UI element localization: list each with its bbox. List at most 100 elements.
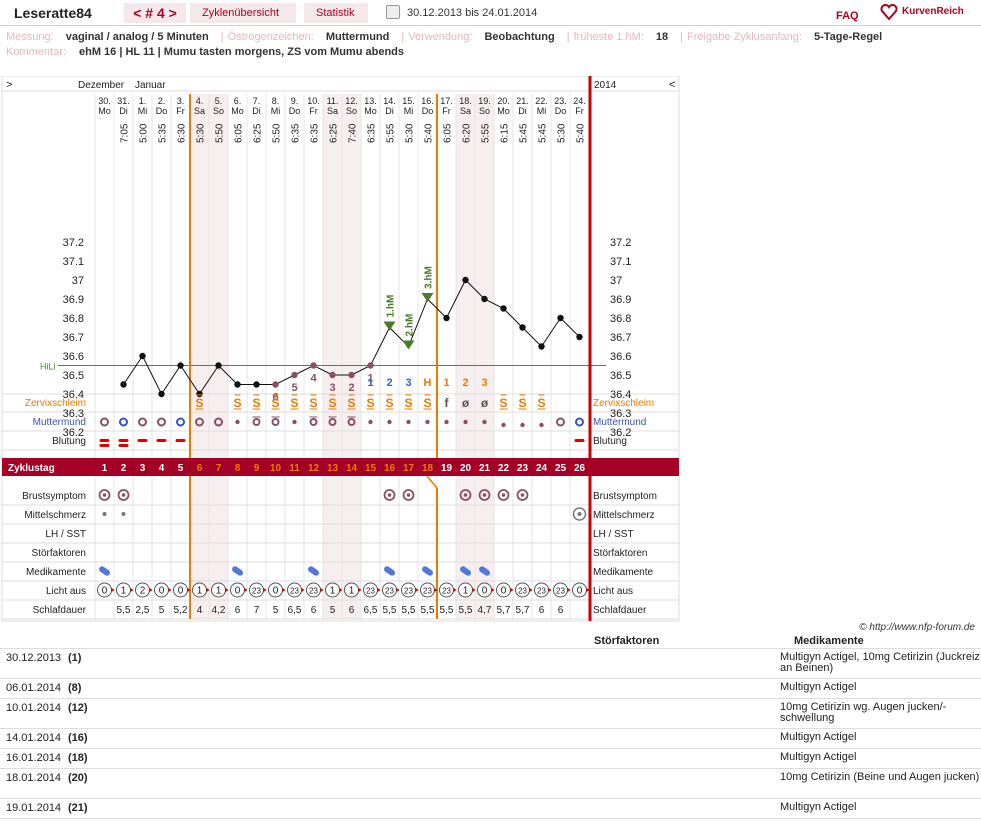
temperature-point bbox=[443, 314, 450, 322]
cycle-day-number: 4 bbox=[159, 463, 165, 474]
sleep-duration: 5,7 bbox=[516, 605, 530, 616]
cycle-day-number: 10 bbox=[270, 463, 282, 474]
time-label: 6:25 bbox=[253, 123, 264, 143]
note-date: 19.01.2014 bbox=[6, 802, 62, 814]
weekday-label: Mi bbox=[404, 106, 414, 116]
notes-row: 06.01.2014 (8) Multigyn Actigel bbox=[0, 678, 981, 698]
light-off-hour: 23 bbox=[366, 587, 375, 596]
cycle-day-number: 21 bbox=[479, 463, 491, 474]
date-label: 16. bbox=[421, 96, 434, 106]
note-date: 14.01.2014 bbox=[6, 732, 62, 744]
temperature-point bbox=[557, 314, 564, 322]
row-label-sleep-right: Schlafdauer bbox=[593, 605, 647, 616]
notes-row: 18.01.2014 (20) 10mg Cetirizin (Beine und … bbox=[0, 768, 981, 798]
date-label: 24. bbox=[573, 96, 586, 106]
mucus-symbol: S bbox=[309, 396, 317, 410]
y-tick-left: 37 bbox=[72, 275, 84, 287]
mucus-symbol: ø bbox=[481, 396, 489, 410]
time-label: 5:50 bbox=[272, 123, 283, 143]
brand-logo[interactable]: KurvenReich bbox=[880, 3, 964, 21]
row-label-mumu-right: Muttermund bbox=[593, 417, 646, 428]
cycle-day-number: 14 bbox=[346, 463, 358, 474]
mittelschmerz-dot bbox=[102, 512, 107, 516]
light-off-hour: 0 bbox=[159, 586, 165, 597]
breast-symptom-dot bbox=[463, 493, 468, 497]
faq-link[interactable]: FAQ bbox=[836, 6, 859, 26]
low-label: 2 bbox=[348, 382, 354, 394]
y-tick-right: 36.5 bbox=[610, 370, 631, 382]
mucus-symbol: S bbox=[404, 396, 412, 410]
time-label: 6:35 bbox=[367, 123, 378, 143]
light-off-hour: 23 bbox=[252, 587, 261, 596]
light-off-hour: 1 bbox=[197, 586, 203, 597]
date-label: 13. bbox=[364, 96, 377, 106]
weekday-label: Do bbox=[289, 106, 301, 116]
time-label: 5:40 bbox=[576, 123, 587, 143]
cycle-day-number: 6 bbox=[197, 463, 203, 474]
weekday-label: Sa bbox=[460, 106, 471, 116]
note-medication: 10mg Cetirizin (Beine und Augen jucken) bbox=[780, 771, 980, 783]
y-tick-left: 36.7 bbox=[63, 332, 84, 344]
time-label: 7:05 bbox=[120, 123, 131, 143]
tab-cycle-overview[interactable]: Zyklenübersicht bbox=[190, 3, 296, 23]
note-cycle-day: (12) bbox=[68, 702, 88, 714]
cycle-day-number: 2 bbox=[121, 463, 127, 474]
date-label: 12. bbox=[345, 96, 358, 106]
print-icon[interactable] bbox=[386, 5, 400, 19]
weekday-label: So bbox=[213, 106, 224, 116]
sleep-duration: 5,7 bbox=[497, 605, 511, 616]
cervix-closed-icon bbox=[501, 422, 506, 428]
sleep-duration: 5,5 bbox=[440, 605, 454, 616]
time-label: 6:05 bbox=[234, 123, 245, 143]
info-label: Freigabe Zyklusanfang: bbox=[687, 31, 802, 43]
mucus-symbol: S bbox=[233, 396, 241, 410]
time-label: 6:15 bbox=[500, 123, 511, 143]
sleep-duration: 5,5 bbox=[459, 605, 473, 616]
info-label: Östrogenzeichen: bbox=[227, 31, 314, 43]
hm-label: 2.hM bbox=[405, 314, 416, 337]
notes-header-medi: Medikamente bbox=[794, 635, 864, 647]
low-label: 5 bbox=[291, 382, 297, 394]
note-cycle-day: (1) bbox=[68, 652, 82, 664]
temperature-point bbox=[329, 371, 336, 379]
temperature-point bbox=[291, 371, 298, 379]
temperature-point bbox=[120, 381, 127, 388]
time-label: 5:35 bbox=[158, 123, 169, 143]
temperature-point bbox=[310, 362, 317, 369]
time-label: 5:45 bbox=[538, 123, 549, 143]
info-separator: | bbox=[680, 31, 684, 43]
date-label: 21. bbox=[516, 96, 529, 106]
sleep-duration: 7 bbox=[254, 605, 260, 616]
sleep-duration: 2,5 bbox=[136, 605, 150, 616]
date-label: 15. bbox=[402, 96, 415, 106]
peak-number: 3 bbox=[481, 377, 487, 389]
light-off-hour: 0 bbox=[273, 586, 279, 597]
temperature-point bbox=[462, 276, 469, 284]
info-value: Beobachtung bbox=[484, 31, 555, 43]
weekday-label: Sa bbox=[327, 106, 338, 116]
row-label-breast: Brustsymptom bbox=[22, 491, 86, 502]
note-date: 30.12.2013 bbox=[6, 652, 62, 664]
bleeding-mark bbox=[118, 444, 129, 447]
mucus-symbol: S bbox=[347, 396, 355, 410]
mucus-symbol: S bbox=[328, 396, 336, 410]
row-label-breast-right: Brustsymptom bbox=[593, 491, 657, 502]
cycle-day-number: 18 bbox=[422, 463, 434, 474]
weekday-label: Sa bbox=[194, 106, 205, 116]
cycle-day-number: 23 bbox=[517, 463, 529, 474]
cycle-navigator[interactable]: < # 4 > bbox=[124, 3, 186, 23]
y-tick-right: 36.9 bbox=[610, 294, 631, 306]
time-label: 6:35 bbox=[310, 123, 321, 143]
info-value: 5-Tage-Regel bbox=[813, 31, 883, 43]
low-label: 3 bbox=[329, 382, 335, 394]
date-label: 20. bbox=[497, 96, 510, 106]
cycle-chart: > <Dezember Januar 201430.Mo31.Di7:051.Mi5:… bbox=[1, 76, 680, 622]
breast-symptom-dot bbox=[520, 493, 525, 497]
tab-statistics[interactable]: Statistik bbox=[304, 3, 368, 23]
breast-symptom-dot bbox=[387, 493, 392, 497]
sleep-duration: 6 bbox=[349, 605, 355, 616]
month-label: Januar bbox=[135, 80, 166, 91]
light-off-hour: 0 bbox=[102, 586, 108, 597]
notes-row: 14.01.2014 (16) Multigyn Actigel bbox=[0, 728, 981, 748]
note-cycle-day: (8) bbox=[68, 682, 82, 694]
